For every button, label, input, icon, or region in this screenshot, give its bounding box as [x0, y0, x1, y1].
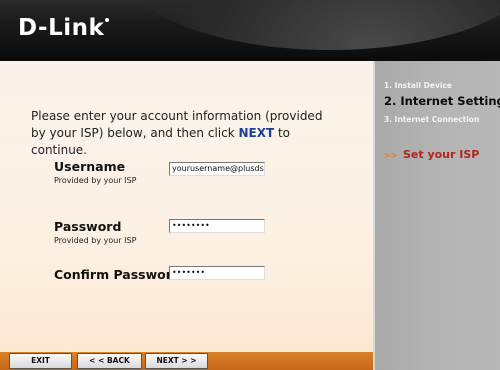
step-internet-connection: 3. Internet Connection [384, 115, 480, 124]
password-field[interactable]: •••••••• [169, 219, 265, 233]
next-keyword: NEXT [238, 126, 275, 140]
main-panel [0, 61, 373, 353]
instruction-text: Please enter your account information (p… [31, 109, 323, 157]
step-install-device: 1. Install Device [384, 81, 452, 90]
substep-label: Set your ISP [402, 148, 480, 161]
step-internet-setting: 2. Internet Setting [384, 94, 500, 108]
next-button[interactable]: NEXT > > [145, 353, 208, 369]
logo-dot [105, 18, 110, 22]
password-hint: Provided by your ISP [54, 236, 137, 245]
substep-arrow: >> [384, 151, 398, 160]
header-bar: D-Link [0, 0, 500, 61]
exit-button[interactable]: EXIT [9, 353, 72, 369]
password-label: Password [54, 219, 122, 234]
confirm-password-label: Confirm Password [54, 267, 181, 282]
username-field[interactable]: yourusername@plusdsl.net [169, 162, 265, 176]
dlink-logo: D-Link [18, 15, 110, 41]
header-decoration [120, 0, 500, 50]
back-button[interactable]: < < BACK [77, 353, 142, 369]
username-hint: Provided by your ISP [54, 176, 137, 185]
substep-set-your-isp: >> Set your ISP [384, 143, 479, 162]
username-label: Username [54, 159, 126, 174]
confirm-password-field[interactable]: ••••••• [169, 266, 265, 280]
